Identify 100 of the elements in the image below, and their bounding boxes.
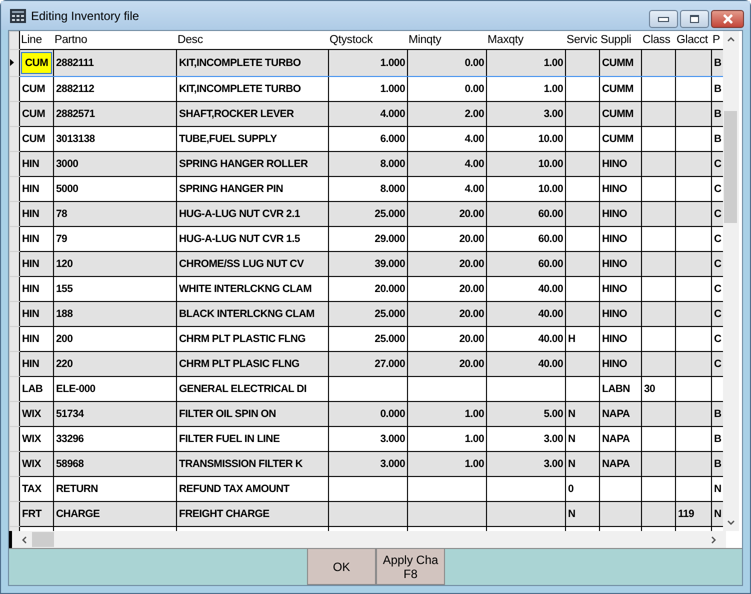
table-cell	[642, 76, 676, 102]
table-cell: 5.00	[486, 402, 566, 426]
table-cell: 0	[566, 476, 600, 502]
table-cell: 40.00	[486, 276, 566, 302]
table-cell: REFUND TAX AMOUNT	[176, 476, 328, 502]
row-selector[interactable]	[10, 426, 20, 452]
table-cell: 0.00	[408, 76, 486, 102]
table-cell	[642, 176, 676, 202]
window-title: Editing Inventory file	[31, 8, 140, 22]
table-cell	[676, 476, 712, 502]
scroll-left-icon[interactable]	[21, 536, 27, 544]
table-cell	[642, 476, 676, 502]
table-cell: 40.00	[486, 326, 566, 352]
column-header[interactable]: Qtystock	[328, 32, 408, 50]
column-header[interactable]: Class	[642, 32, 676, 50]
table-cell: 3.000	[328, 426, 408, 452]
table-cell	[566, 50, 600, 76]
apply-changes-button[interactable]: Apply Cha F8	[376, 549, 445, 585]
table-cell: CUMM	[600, 50, 642, 76]
table-cell: HIN	[20, 252, 54, 276]
table-cell	[566, 226, 600, 252]
row-selector[interactable]	[10, 502, 20, 526]
table-cell: 20.00	[408, 226, 486, 252]
column-header[interactable]: Minqty	[408, 32, 486, 50]
table-cell: 1.00	[408, 402, 486, 426]
table-cell	[642, 426, 676, 452]
row-selector[interactable]	[10, 126, 20, 152]
table-cell	[676, 126, 712, 152]
table-cell	[566, 126, 600, 152]
row-selector[interactable]	[10, 326, 20, 352]
table-cell	[642, 452, 676, 476]
table-cell: 39.000	[328, 252, 408, 276]
table-cell	[676, 76, 712, 102]
table-cell: 29.000	[328, 226, 408, 252]
table-cell: 155	[54, 276, 176, 302]
table-cell: B	[712, 50, 723, 76]
row-selector[interactable]	[10, 402, 20, 426]
table-cell: 20.00	[408, 276, 486, 302]
table-cell: CHRM PLT PLASTIC FLNG	[176, 326, 328, 352]
table-cell: HIN	[20, 176, 54, 202]
current-cell[interactable]: CUM	[21, 52, 52, 74]
row-selector[interactable]	[10, 50, 20, 76]
table-cell: 6.000	[328, 126, 408, 152]
table-cell	[642, 202, 676, 226]
table-cell: 20.00	[408, 326, 486, 352]
table-cell: 33296	[54, 426, 176, 452]
table-cell: 3.00	[486, 426, 566, 452]
table-cell: LAB	[20, 376, 54, 402]
table-cell: HIN	[20, 226, 54, 252]
row-selector[interactable]	[10, 276, 20, 302]
close-button[interactable]	[711, 10, 744, 28]
table-cell: 4.00	[408, 152, 486, 176]
row-selector[interactable]	[10, 102, 20, 126]
table-cell: HIN	[20, 276, 54, 302]
table-cell: 8.000	[328, 152, 408, 176]
table-cell	[676, 452, 712, 476]
scroll-thumb[interactable]	[32, 532, 54, 547]
ok-button[interactable]: OK	[307, 549, 376, 585]
row-selector[interactable]	[10, 76, 20, 102]
maximize-button[interactable]	[680, 10, 709, 28]
scroll-down-icon[interactable]	[727, 520, 735, 526]
table-cell: 20.00	[408, 352, 486, 376]
row-selector[interactable]	[10, 176, 20, 202]
column-header[interactable]: Glacct	[676, 32, 712, 50]
row-selector[interactable]	[10, 352, 20, 376]
table-cell: 0.00	[408, 50, 486, 76]
scroll-up-icon[interactable]	[727, 36, 735, 42]
table-cell	[566, 102, 600, 126]
table-cell	[642, 302, 676, 326]
row-selector[interactable]	[10, 202, 20, 226]
table-cell	[642, 102, 676, 126]
table-cell	[566, 302, 600, 326]
table-cell: 2882112	[54, 76, 176, 102]
table-cell	[642, 50, 676, 76]
row-selector[interactable]	[10, 152, 20, 176]
row-selector[interactable]	[10, 476, 20, 502]
table-cell	[642, 252, 676, 276]
table-cell	[566, 202, 600, 226]
row-selector[interactable]	[10, 302, 20, 326]
table-cell	[642, 276, 676, 302]
column-header[interactable]: Servic	[566, 32, 600, 50]
table-cell: 3000	[54, 152, 176, 176]
row-selector[interactable]	[10, 252, 20, 276]
table-cell: 1.000	[328, 50, 408, 76]
vertical-scrollbar[interactable]	[723, 31, 739, 531]
column-header[interactable]: Suppli	[600, 32, 642, 50]
table-cell: 3.00	[486, 452, 566, 476]
table-cell: HINO	[600, 276, 642, 302]
table-cell: 4.000	[328, 102, 408, 126]
column-header[interactable]: Line	[20, 32, 54, 50]
minimize-button[interactable]	[649, 10, 678, 28]
table-cell: FRT	[20, 502, 54, 526]
horizontal-scrollbar[interactable]	[9, 531, 742, 548]
row-selector[interactable]	[10, 452, 20, 476]
scroll-right-icon[interactable]	[711, 536, 717, 544]
table-cell: 25.000	[328, 302, 408, 326]
scroll-thumb[interactable]	[724, 111, 737, 223]
row-selector[interactable]	[10, 226, 20, 252]
table-cell: HIN	[20, 152, 54, 176]
row-selector[interactable]	[10, 376, 20, 402]
